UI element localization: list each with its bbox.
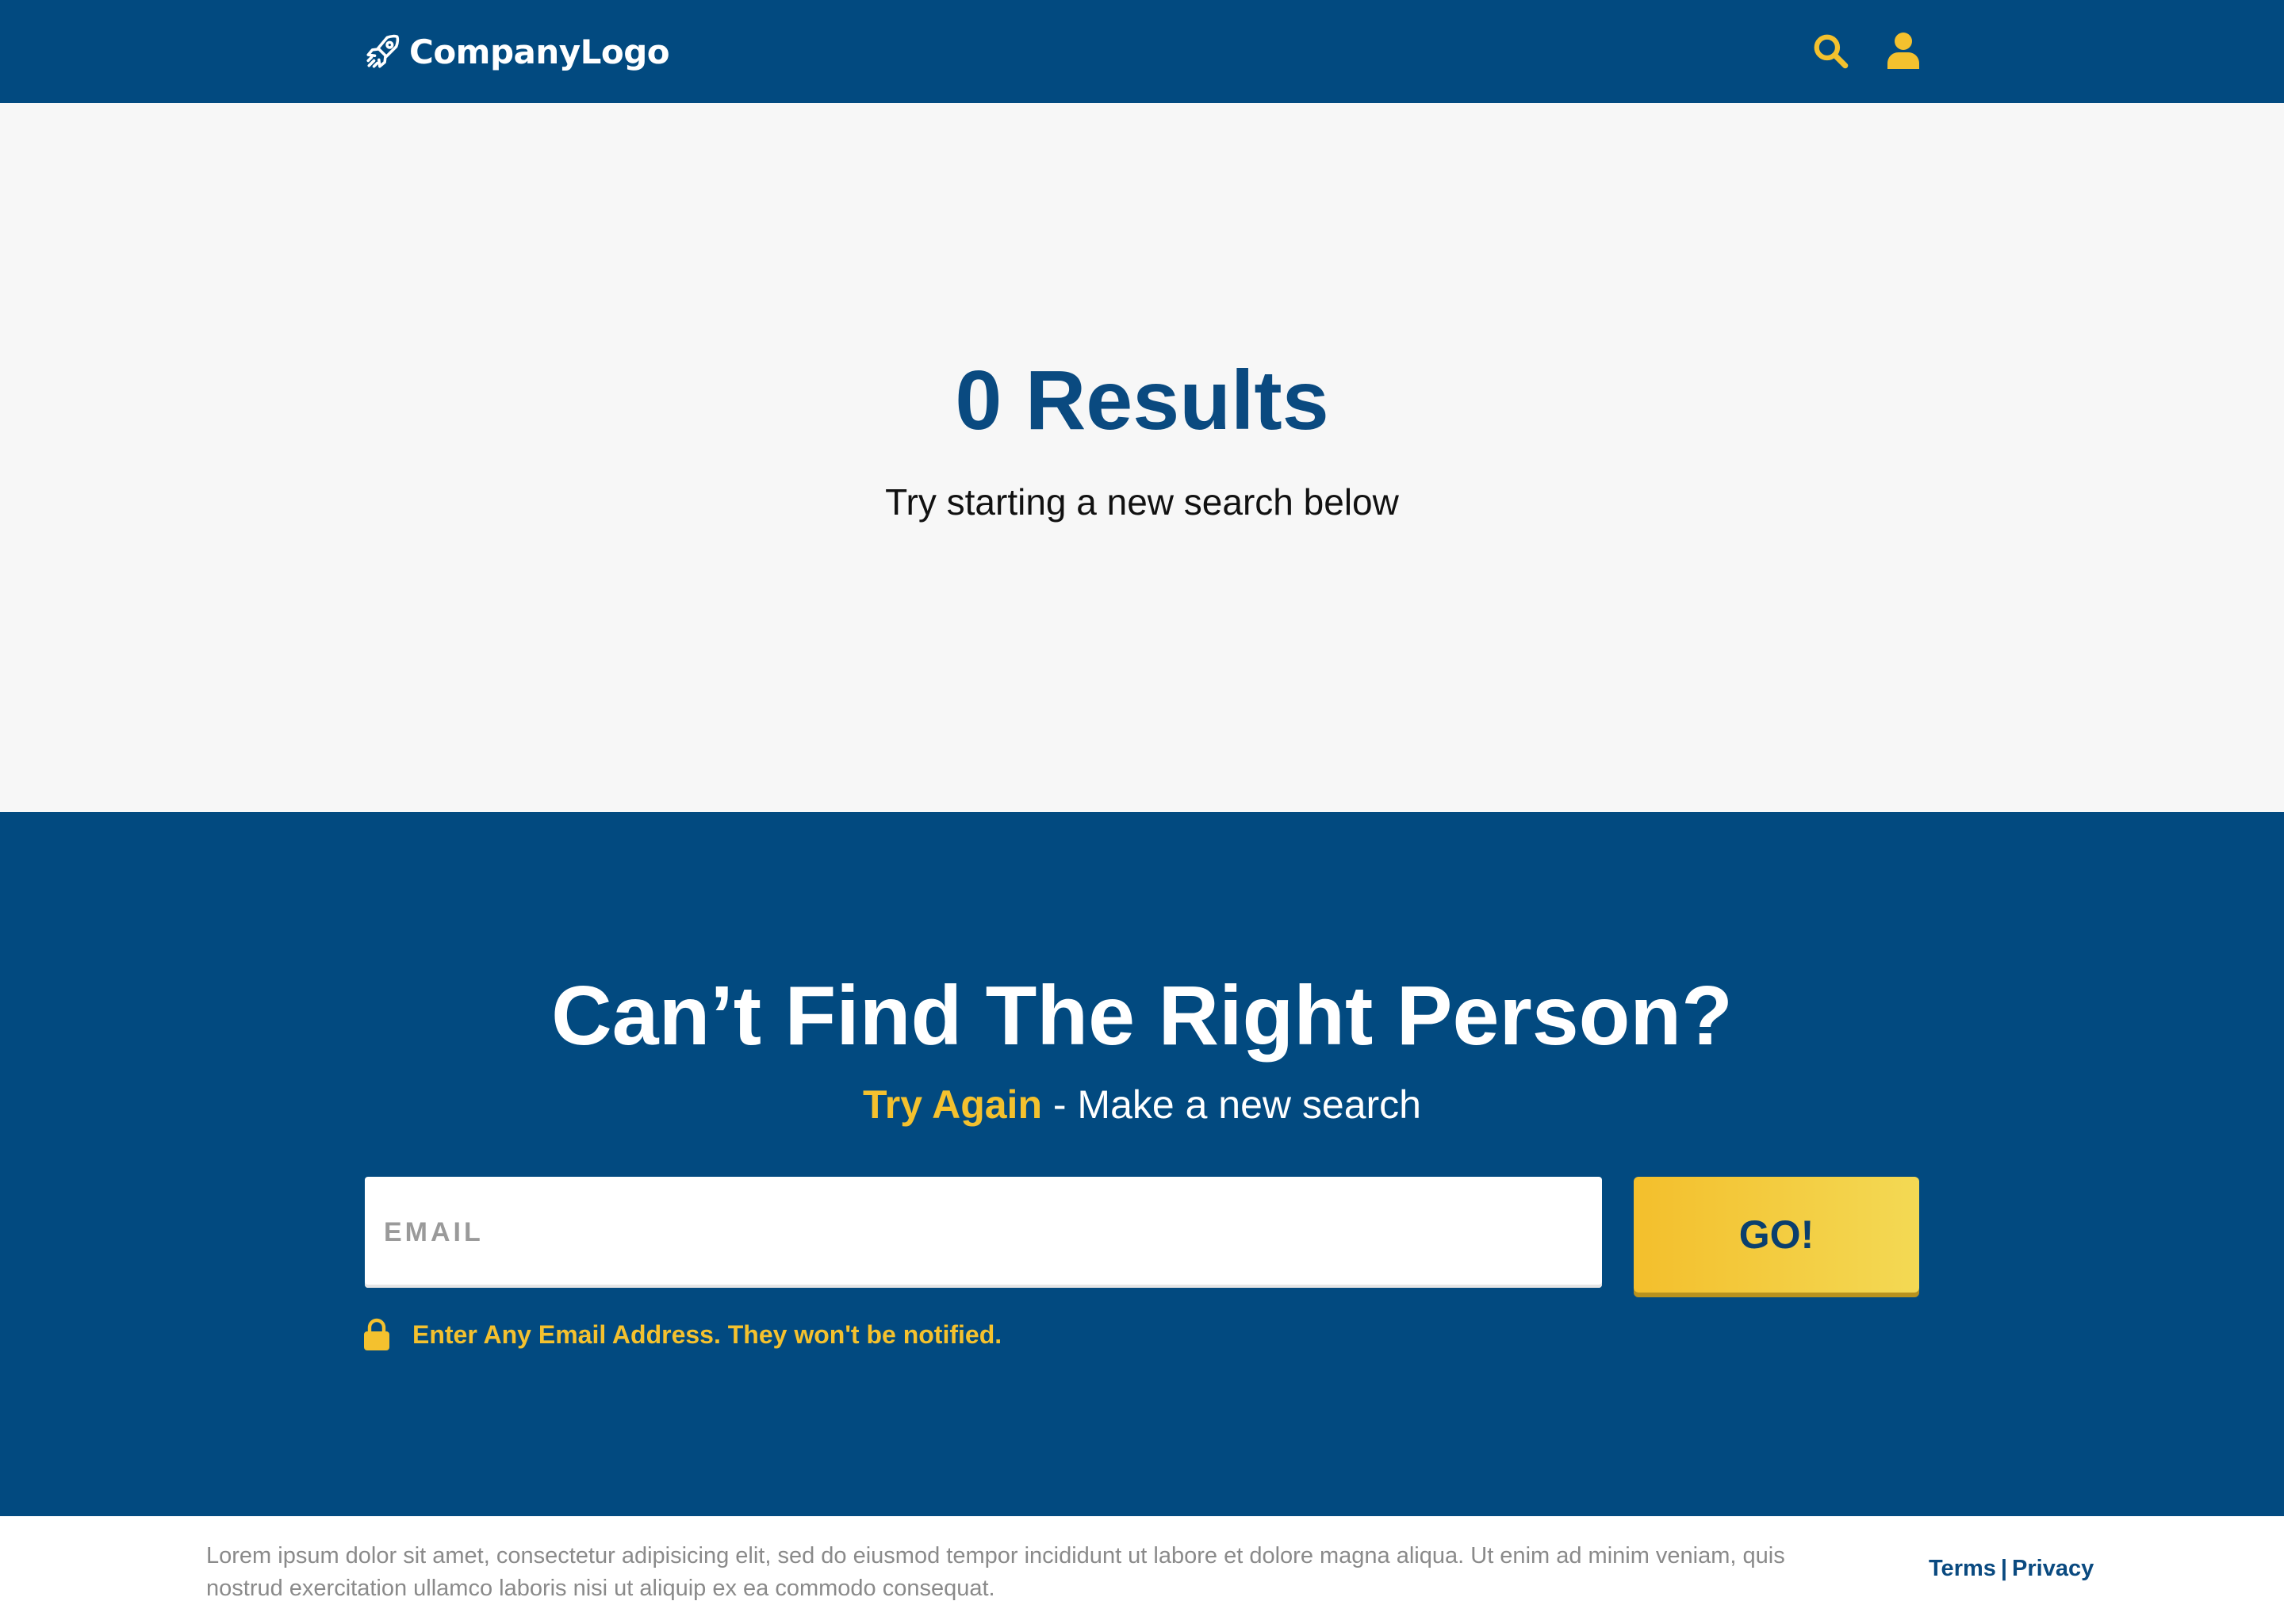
top-navbar: CompanyLogo [0, 0, 2284, 103]
lock-icon [364, 1318, 389, 1350]
terms-link[interactable]: Terms [1929, 1556, 1996, 1581]
footer-links: Terms | Privacy [1929, 1556, 2094, 1582]
privacy-notice: Enter Any Email Address. They won't be n… [363, 1318, 1002, 1351]
search-icon [1814, 34, 1849, 69]
results-section: 0 Results Try starting a new search belo… [0, 103, 2284, 812]
logo-text: CompanyLogo [409, 32, 670, 71]
account-button[interactable] [1880, 27, 1927, 75]
try-again-highlight: Try Again [863, 1082, 1042, 1127]
search-again-section: Can’t Find The Right Person? Try Again -… [0, 812, 2284, 1516]
email-input[interactable] [365, 1177, 1602, 1288]
go-button[interactable]: GO! [1634, 1177, 1919, 1293]
header-actions [1807, 27, 1927, 75]
rocket-icon [366, 34, 400, 68]
footer-text: Lorem ipsum dolor sit amet, consectetur … [206, 1543, 1785, 1601]
privacy-link[interactable]: Privacy [2012, 1556, 2094, 1581]
cta-subtitle-rest: - Make a new search [1042, 1082, 1421, 1127]
search-button[interactable] [1807, 27, 1854, 75]
company-logo[interactable]: CompanyLogo [363, 29, 670, 75]
footer-link-separator: | [2000, 1556, 2008, 1581]
user-icon [1887, 33, 1919, 69]
results-count-heading: 0 Results [955, 354, 1329, 447]
cta-heading: Can’t Find The Right Person? [551, 969, 1733, 1063]
notice-text: Enter Any Email Address. They won't be n… [412, 1320, 1002, 1349]
results-subtitle: Try starting a new search below [885, 481, 1399, 523]
cta-subtitle: Try Again - Make a new search [0, 1085, 2284, 1124]
page-footer: Lorem ipsum dolor sit amet, consectetur … [0, 1516, 2284, 1624]
